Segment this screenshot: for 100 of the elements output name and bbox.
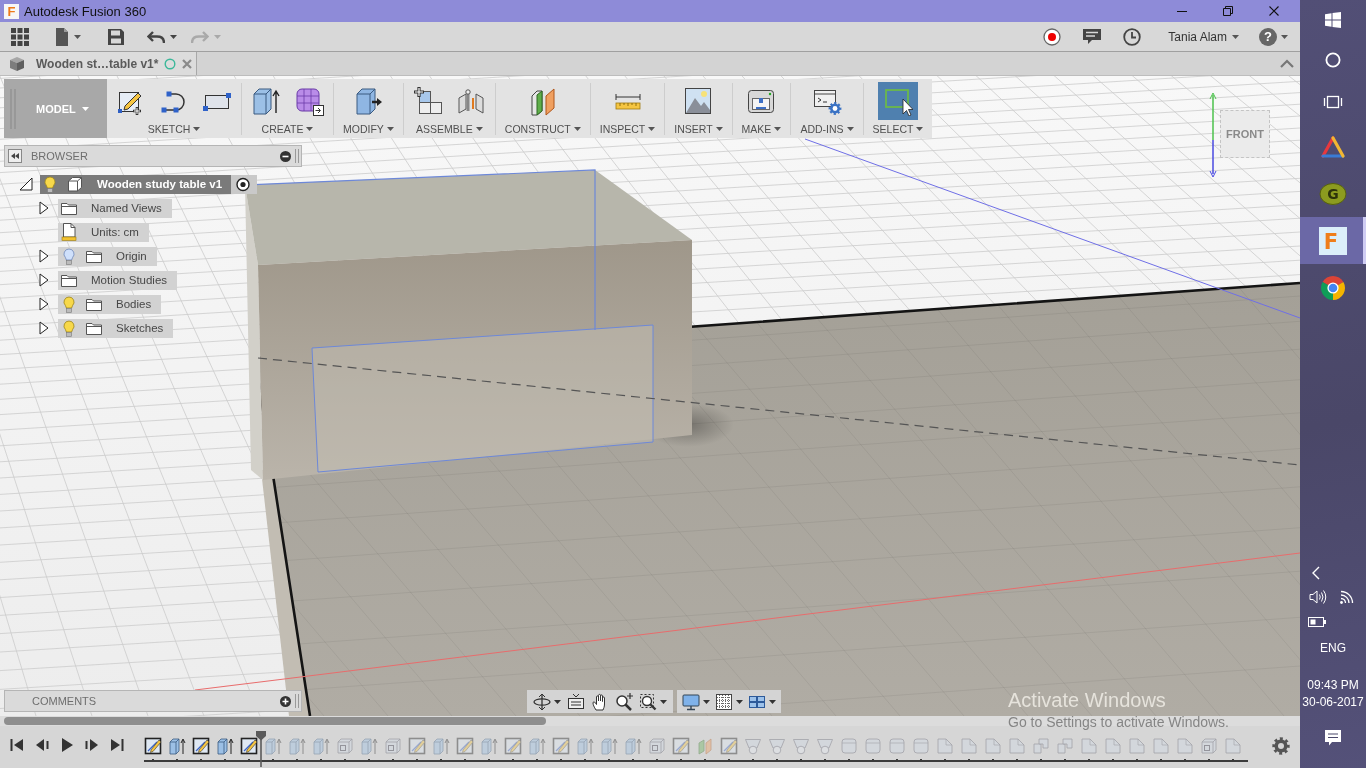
box-arrow-icon[interactable] (251, 86, 281, 116)
sketch-icon[interactable] (144, 737, 162, 755)
sketch-icon[interactable] (192, 737, 210, 755)
skip-end-icon[interactable] (110, 738, 124, 752)
toolbar-dropdown[interactable]: CONSTRUCT (504, 123, 581, 135)
joint-icon[interactable] (455, 86, 486, 116)
folder-icon (86, 297, 102, 311)
circle-icon[interactable] (1325, 52, 1341, 68)
taskbar-app-button[interactable]: G (1300, 170, 1366, 217)
caret-icon (769, 699, 776, 704)
collapse-icon[interactable] (8, 149, 22, 163)
skip-start-icon[interactable] (10, 738, 24, 752)
toolbar-dropdown[interactable]: ASSEMBLE (416, 123, 483, 135)
expand-arrow-icon[interactable] (39, 273, 49, 287)
lightbulb-icon[interactable] (44, 175, 56, 193)
toolbar-dropdown[interactable]: SELECT (872, 123, 924, 135)
sketch-icon[interactable] (240, 737, 258, 755)
caret-icon (846, 127, 854, 131)
speaker-icon[interactable] (1309, 589, 1327, 605)
caret-icon (703, 699, 710, 704)
expand-arrow-icon[interactable] (19, 177, 33, 191)
monitor-dropdown[interactable] (682, 692, 710, 711)
expand-arrow-icon[interactable] (39, 201, 49, 215)
window-title: Autodesk Fusion 360 (24, 3, 147, 19)
caret-icon (916, 127, 924, 131)
caret-icon (475, 127, 483, 131)
extrude-icon[interactable] (168, 737, 186, 755)
grid-dropdown[interactable] (715, 692, 743, 711)
clock-icon[interactable] (1123, 27, 1142, 46)
document-ruler-icon (61, 223, 77, 241)
grip-icon[interactable] (295, 149, 299, 163)
toolbar-dropdown[interactable]: INSERT (674, 123, 723, 135)
app-logo: F (4, 3, 19, 19)
caret-icon (554, 699, 561, 704)
toolbar-dropdown[interactable]: CREATE (261, 123, 314, 135)
expand-arrow-icon[interactable] (39, 249, 49, 263)
toolbar-dropdown[interactable]: SKETCH (147, 123, 201, 135)
caret-icon (1232, 34, 1239, 39)
toolbar-dropdown[interactable]: MAKE (741, 123, 782, 135)
cube-icon (9, 55, 25, 72)
save-icon[interactable] (108, 28, 124, 45)
folder-icon (86, 249, 102, 263)
select-cursor-icon[interactable] (877, 82, 918, 120)
task-view-icon[interactable] (1323, 93, 1343, 110)
extrude-icon[interactable] (216, 737, 234, 755)
comment-icon[interactable] (1083, 28, 1102, 45)
close-icon[interactable] (1269, 6, 1279, 16)
image-icon[interactable] (683, 86, 714, 116)
caret-icon (648, 127, 656, 131)
toolbar-dropdown[interactable]: ADD-INS (800, 123, 854, 135)
toolbar-dropdown[interactable]: MODIFY (343, 123, 394, 135)
scrollbar-thumb[interactable] (4, 717, 546, 725)
caret-icon[interactable] (1281, 34, 1288, 39)
language-indicator[interactable]: ENG (1320, 640, 1346, 655)
zoom-icon[interactable] (615, 692, 633, 711)
battery-icon[interactable] (1308, 616, 1326, 627)
restore-icon[interactable] (1223, 6, 1233, 16)
caret-icon (774, 127, 782, 131)
look-at-icon[interactable] (567, 692, 585, 711)
expand-arrow-icon[interactable] (39, 297, 49, 311)
play-icon[interactable] (60, 738, 74, 752)
record-icon[interactable] (1043, 27, 1062, 46)
lattice-cube-icon[interactable] (294, 86, 324, 116)
collapse-caret-icon[interactable] (1280, 59, 1294, 68)
orbit-dropdown[interactable] (533, 692, 561, 711)
folder-icon (86, 321, 102, 335)
toolbar-dropdown[interactable]: INSPECT (599, 123, 656, 135)
undo-dropdown[interactable] (147, 30, 177, 43)
clock-date[interactable]: 30-06-2017 (1302, 694, 1364, 711)
axis-triad-icon (1207, 92, 1219, 178)
caret-icon (306, 127, 314, 131)
caret-icon (715, 127, 723, 131)
box-push-icon[interactable] (353, 86, 384, 116)
file-dropdown[interactable] (55, 27, 81, 46)
step-forward-icon[interactable] (85, 738, 99, 752)
user-menu[interactable]: Tania Alam (1168, 29, 1239, 44)
triangle-logo-icon (1320, 134, 1346, 159)
zoom-window-dropdown[interactable] (639, 692, 667, 711)
settings-icon[interactable] (1272, 737, 1290, 755)
orbit-icon (533, 692, 551, 711)
caret-icon (81, 106, 89, 111)
step-back-icon[interactable] (35, 738, 49, 752)
start-icon[interactable] (1325, 12, 1341, 28)
notification-icon[interactable] (1324, 729, 1342, 747)
panel-title: BROWSER (31, 150, 88, 162)
chevron-left-icon[interactable] (1311, 566, 1321, 580)
timeline-marker[interactable] (255, 731, 267, 767)
browser-item[interactable]: Units: cm (58, 222, 149, 242)
browser-item[interactable]: Origin (58, 246, 157, 266)
expand-arrow-icon[interactable] (39, 321, 49, 335)
caret-icon (74, 34, 81, 39)
minus-circle-icon[interactable] (280, 150, 291, 162)
apps-grid-icon[interactable] (11, 27, 29, 46)
folder-icon (61, 273, 77, 287)
clock-time[interactable]: 09:43 PM (1307, 677, 1359, 694)
help-button[interactable]: ? (1259, 27, 1277, 46)
grip-icon[interactable] (295, 694, 299, 708)
wifi-icon[interactable] (1339, 589, 1355, 605)
plus-circle-icon[interactable] (280, 695, 291, 707)
cubes-plus-icon[interactable] (412, 86, 443, 116)
